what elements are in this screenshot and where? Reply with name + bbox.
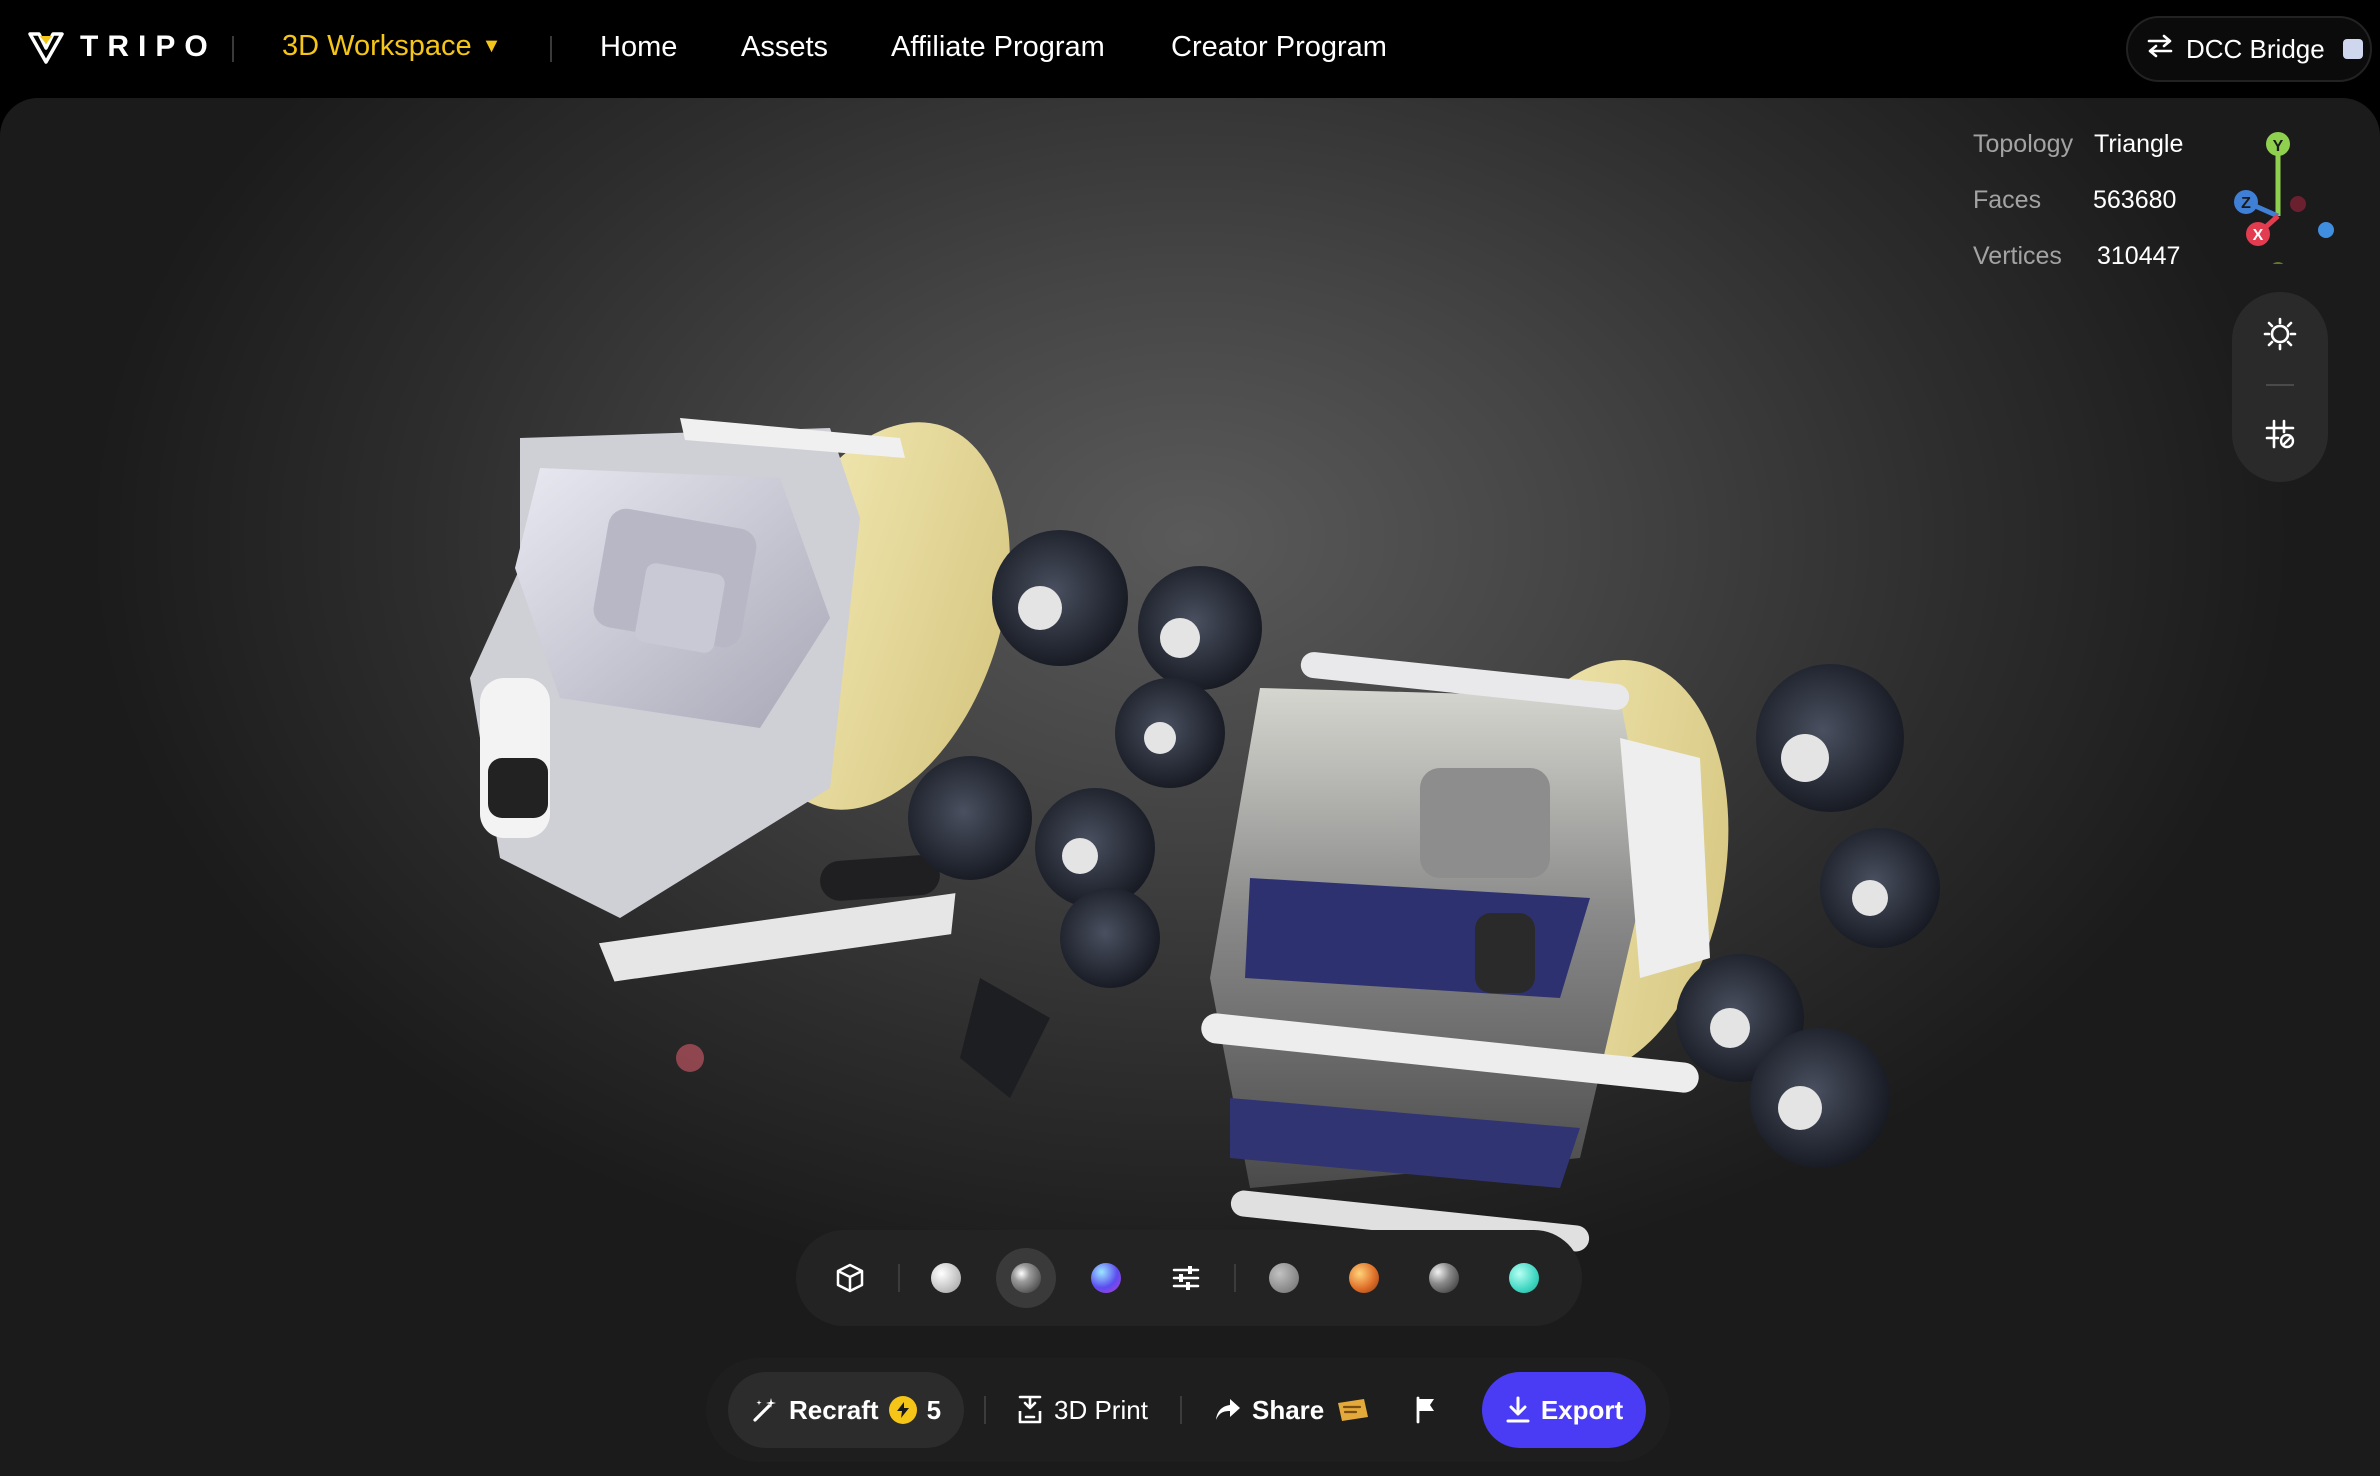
grid-toggle-icon [2265,419,2295,449]
nav-assets[interactable]: Assets [741,31,828,64]
axis-x-label: X [2253,227,2264,244]
orange-sphere-icon [1349,1263,1379,1293]
swap-arrows-icon [2146,34,2174,65]
recraft-cost: 5 [926,1394,942,1425]
workspace-dropdown[interactable]: 3D Workspace ▼ [282,30,501,63]
vertices-value: 310447 [2097,242,2181,270]
teal-sphere-icon [1509,1263,1539,1293]
viewport-side-toolbar [2232,292,2328,482]
faces-value: 563680 [2093,186,2177,214]
glossy-sphere-icon [1011,1263,1041,1293]
share-label: Share [1252,1394,1325,1425]
recraft-label: Recraft [788,1394,879,1425]
caret-down-icon: ▼ [481,35,502,57]
dcc-bridge-button[interactable]: DCC Bridge [2126,16,2372,82]
share-arrow-icon [1216,1399,1240,1420]
nav-home[interactable]: Home [600,31,677,64]
action-divider [1180,1396,1182,1424]
magic-wand-icon [753,1398,776,1422]
3d-print-label: 3D Print [1054,1394,1148,1425]
dcc-bridge-label: DCC Bridge [2186,33,2325,64]
toolbar-divider [898,1264,900,1292]
workspace-label: 3D Workspace [282,30,472,62]
right-module [1201,652,1729,1252]
nav-creator-program[interactable]: Creator Program [1171,31,1387,64]
nav-affiliate-program[interactable]: Affiliate Program [891,31,1105,64]
export-button[interactable]: Export [1482,1372,1646,1448]
recraft-button[interactable]: Recraft 5 [728,1372,964,1448]
wireframe-cube-button[interactable] [820,1248,880,1308]
toolbar-divider [1234,1264,1236,1292]
gray-sphere-icon [1269,1263,1299,1293]
sliders-icon [1172,1266,1200,1290]
topology-value: Triangle [2094,130,2184,158]
share-button[interactable]: Share [1214,1372,1372,1448]
bolt-icon [888,1396,917,1424]
axis-z-label: Z [2241,195,2251,212]
adjust-settings-button[interactable] [1156,1248,1216,1308]
print-icon [1018,1395,1042,1424]
grid-toggle-button[interactable] [2256,410,2304,458]
3d-print-button[interactable]: 3D Print [1016,1372,1148,1448]
left-module [470,418,1010,1072]
tripo-logo-icon [28,30,64,64]
download-icon [1506,1396,1530,1423]
gray-material-button[interactable] [1254,1248,1314,1308]
logo-text: TRIPO [80,30,217,63]
gradient-sphere-icon [1091,1263,1121,1293]
material-toolbar [796,1230,1582,1326]
notification-badge-icon [2342,39,2363,59]
model-action-bar: Recraft 5 3D Print Share Export [706,1358,1670,1462]
axis-y-label: Y [2273,138,2284,155]
axis-gizmo[interactable]: Y Z X [2206,124,2346,278]
orange-material-button[interactable] [1334,1248,1394,1308]
faces-label: Faces [1973,186,2042,214]
nav-divider [550,36,552,62]
3d-viewport[interactable]: Topology Triangle Faces 563680 Vertices … [0,98,2380,1476]
white-material-button[interactable] [916,1248,976,1308]
cube-icon [836,1263,864,1293]
top-navigation-bar: TRIPO 3D Workspace ▼ Home Assets Affilia… [0,0,2380,98]
export-label: Export [1540,1394,1624,1425]
normal-material-button[interactable] [1076,1248,1136,1308]
light-icon [2263,317,2297,351]
white-sphere-icon [931,1263,961,1293]
vertices-label: Vertices [1973,242,2062,270]
teal-material-button[interactable] [1494,1248,1554,1308]
topology-label: Topology [1973,130,2074,158]
tripo-logo[interactable]: TRIPO [28,30,217,64]
nav-divider [232,36,234,62]
action-divider [984,1396,986,1424]
glossy-material-button[interactable] [996,1248,1056,1308]
sidebar-divider [2266,384,2294,386]
metal-sphere-icon [1429,1263,1459,1293]
report-flag-button[interactable] [1414,1372,1438,1448]
ticket-icon [1338,1399,1369,1421]
flag-icon [1416,1396,1434,1424]
metal-material-button[interactable] [1414,1248,1474,1308]
lighting-button[interactable] [2256,310,2304,358]
